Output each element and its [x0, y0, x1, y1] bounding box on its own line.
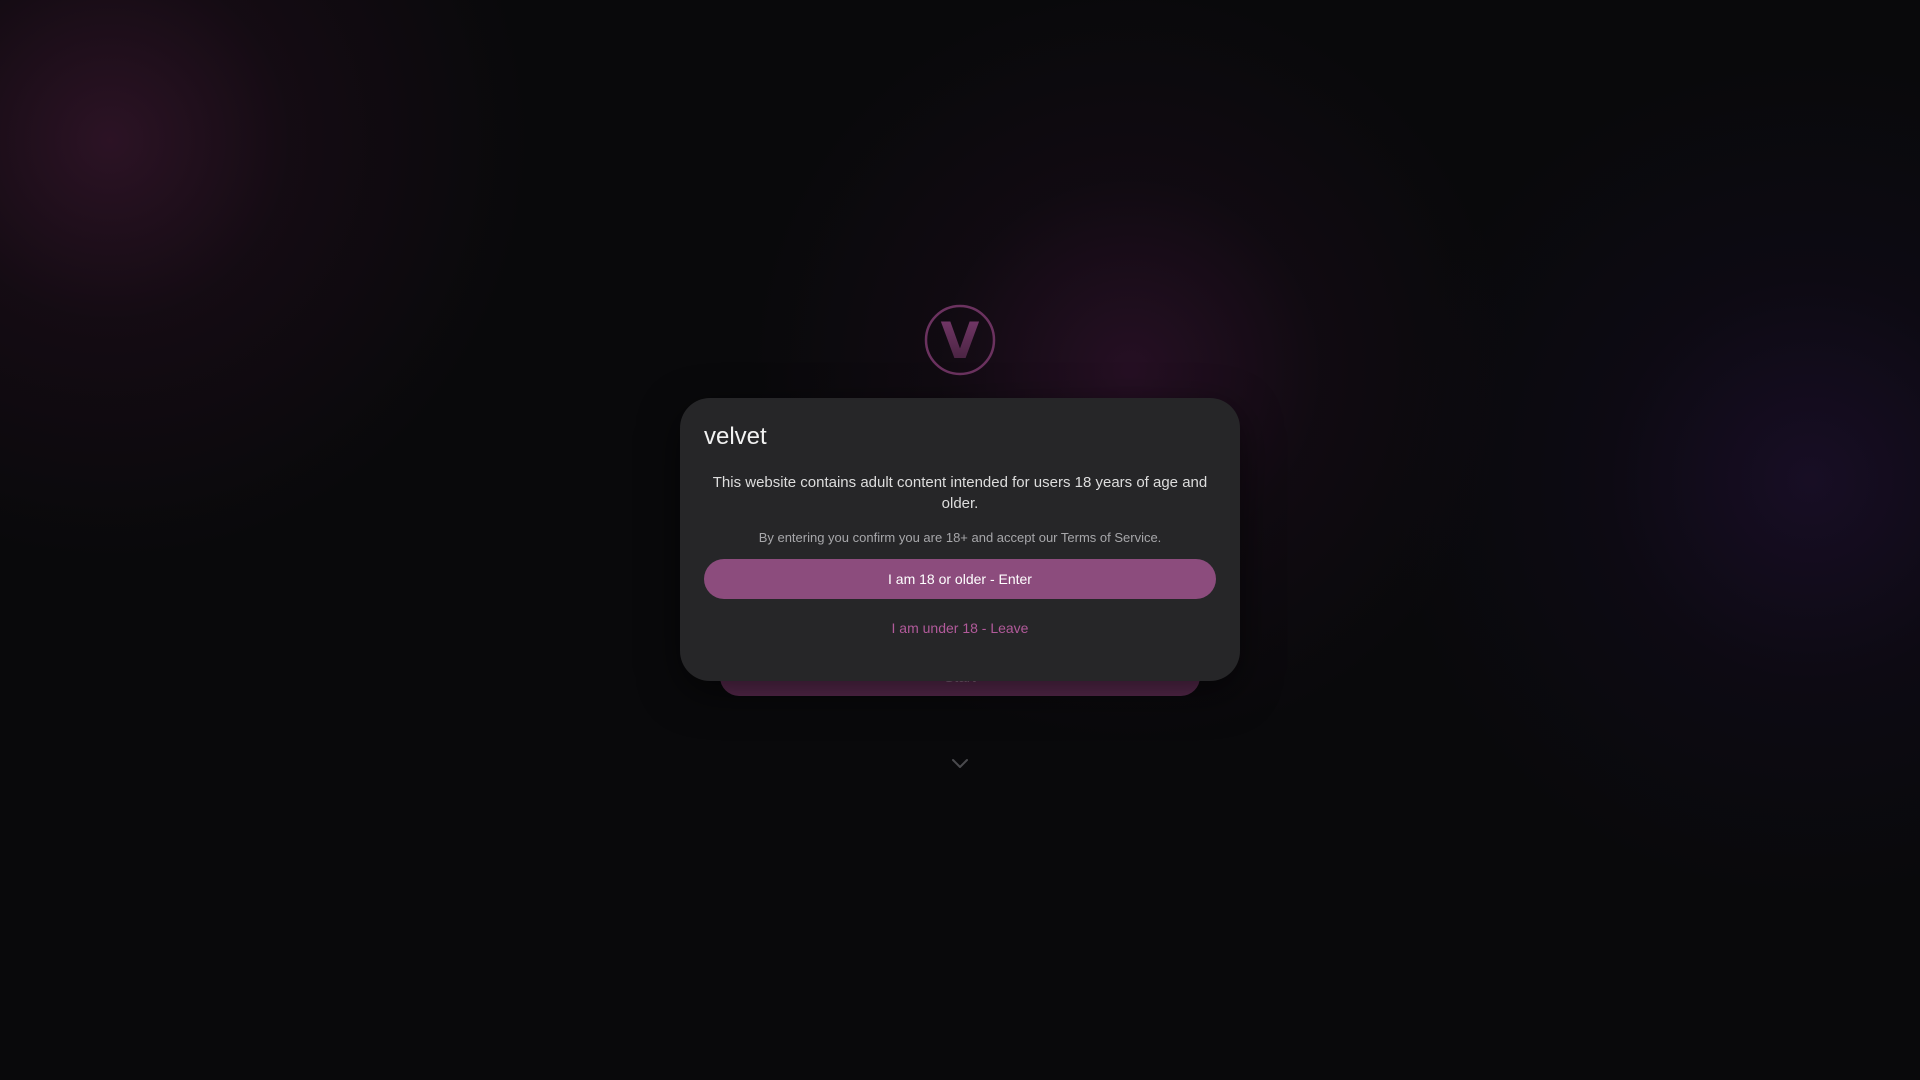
logo-letter: V	[941, 312, 980, 370]
age-warning-text: This website contains adult content inte…	[712, 474, 1208, 512]
terms-confirmation-text: By entering you confirm you are 18+ and …	[758, 530, 1162, 545]
modal-title: velvet	[704, 423, 767, 450]
age-verification-modal: velvet This website contains adult conte…	[680, 398, 1240, 681]
enter-button[interactable]: I am 18 or older - Enter	[704, 559, 1216, 599]
page-background: V Start velvet This website contains adu…	[0, 0, 1920, 1080]
velvet-logo: V	[924, 304, 996, 376]
leave-link[interactable]: I am under 18 - Leave	[704, 619, 1216, 637]
chevron-down-icon[interactable]	[950, 756, 970, 770]
